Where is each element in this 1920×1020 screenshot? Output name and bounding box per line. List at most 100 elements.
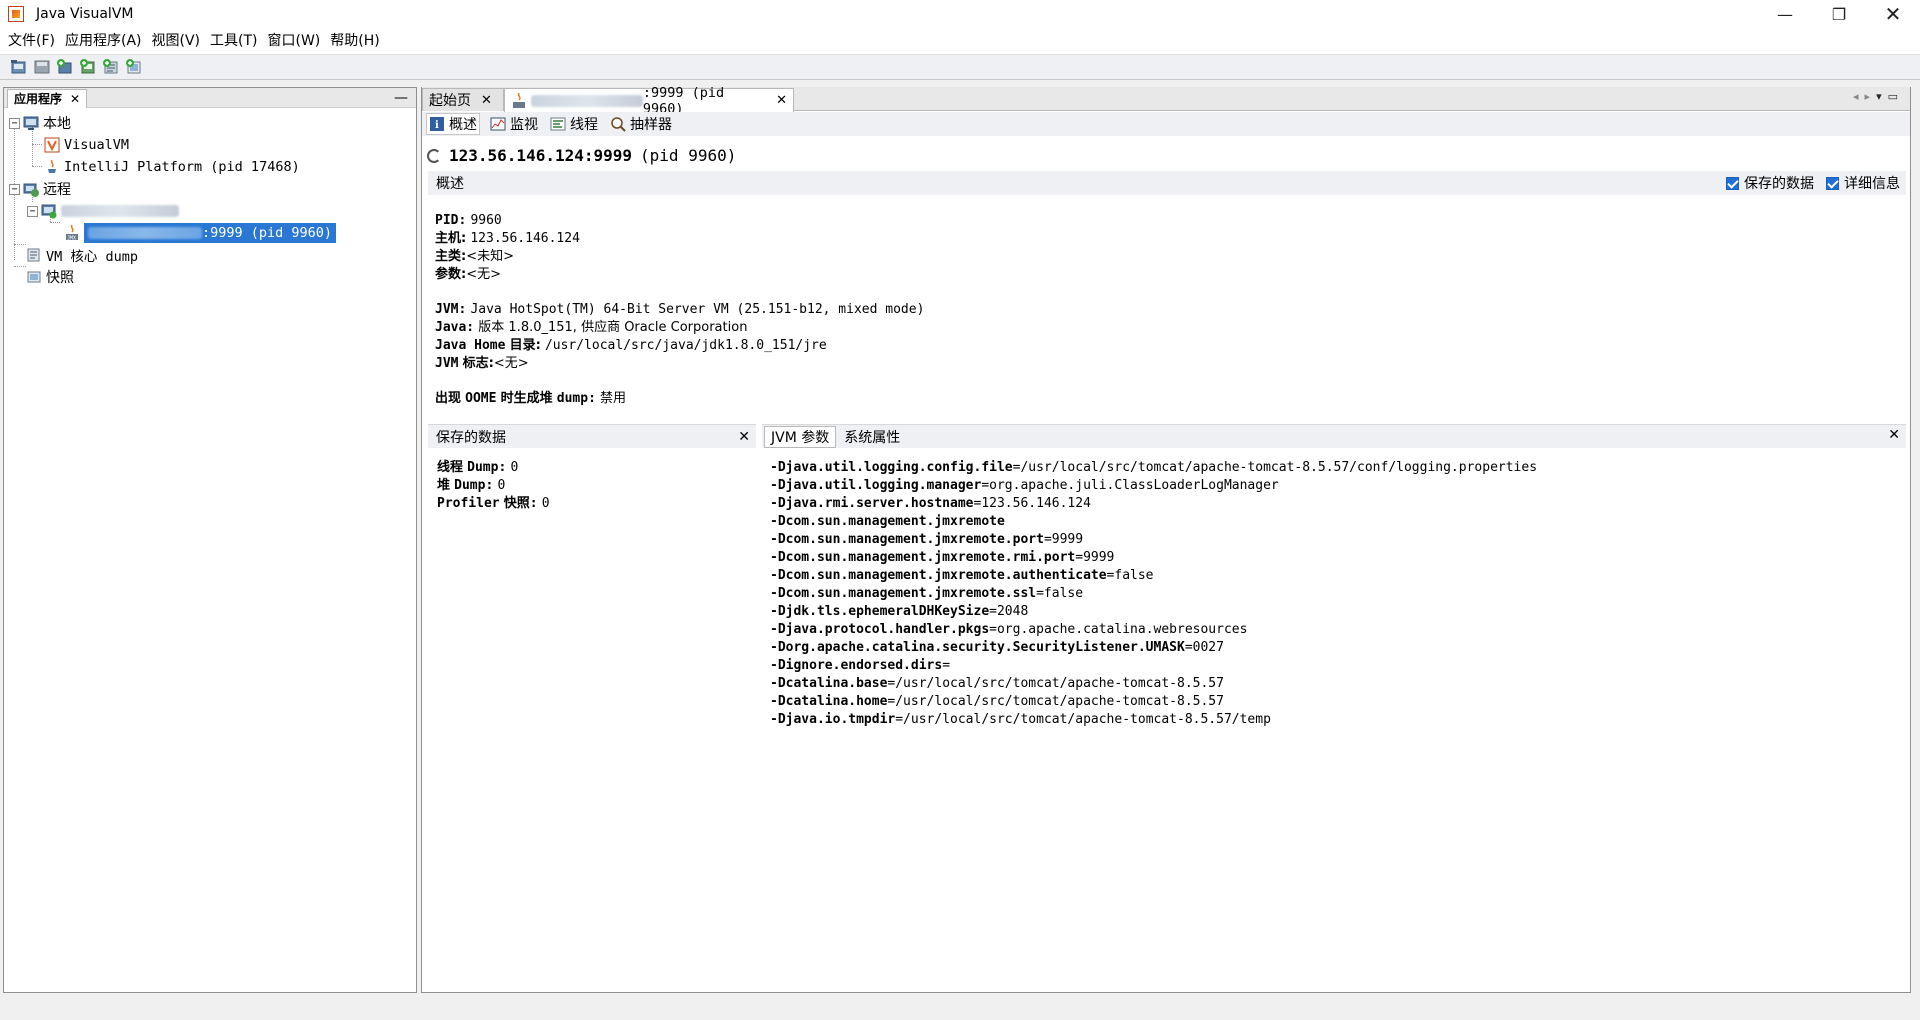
saved-data-close-icon[interactable]: ✕: [738, 429, 750, 445]
tab-close-icon[interactable]: ✕: [776, 93, 787, 108]
info-key: 主机:: [435, 231, 467, 246]
tab-close-icon[interactable]: ✕: [481, 93, 492, 108]
add-core-dump-icon[interactable]: [100, 56, 122, 78]
restore-window-icon[interactable]: ▭: [1888, 90, 1904, 103]
info-key: JVM:: [435, 302, 467, 317]
tree-node-remote[interactable]: − 远程: [9, 178, 71, 200]
saved-data-header: 保存的数据 ✕: [428, 424, 756, 448]
tree-label-visualvm: VisualVM: [64, 137, 130, 153]
overview-section-bar: 概述 保存的数据 详细信息: [428, 171, 1906, 195]
menu-help[interactable]: 帮助(H): [325, 29, 384, 53]
redacted-host-name: [88, 227, 202, 239]
tab-list-icon[interactable]: ▾: [1876, 90, 1888, 103]
saved-row-profiler-snapshot: Profiler 快照: 0: [437, 495, 550, 513]
menu-view[interactable]: 视图(V): [147, 29, 206, 53]
jvm-arg-row: -Djava.protocol.handler.pkgs=org.apache.…: [770, 621, 1537, 639]
snapshots-icon: [26, 269, 42, 285]
jvm-arg-value: =false: [1106, 568, 1154, 583]
add-remote-host-icon[interactable]: [77, 56, 99, 78]
selected-node-highlight: :9999 (pid 9960): [84, 223, 337, 243]
subtab-monitor[interactable]: 监视: [488, 113, 540, 135]
tree-expander[interactable]: −: [9, 117, 20, 129]
menu-file[interactable]: 文件(F): [3, 29, 60, 53]
info-value: 123.56.146.124: [470, 231, 580, 246]
subtab-overview[interactable]: i 概述: [426, 113, 480, 135]
subtab-sampler-label: 抽样器: [630, 117, 672, 133]
info-value: 0: [541, 496, 550, 511]
applications-tab[interactable]: 应用程序 ✕: [7, 89, 88, 108]
jvm-arg-row: -Djava.util.logging.manager=org.apache.j…: [770, 477, 1537, 495]
menu-applications[interactable]: 应用程序(A): [60, 29, 147, 53]
tree-node-vm-core-dump[interactable]: VM 核心 dump: [26, 244, 138, 266]
subtab-threads[interactable]: 线程: [548, 113, 600, 135]
tree-node-jmx-app[interactable]: JMX :9999 (pid 9960): [64, 222, 337, 244]
scroll-right-icon[interactable]: ▸: [1865, 90, 1877, 103]
panel-minimize-button[interactable]: —: [394, 90, 408, 106]
tree-expander[interactable]: −: [9, 183, 20, 195]
add-snapshot-icon[interactable]: [123, 56, 145, 78]
jvm-arg-key: -Djava.protocol.handler.pkgs: [770, 622, 990, 637]
tree-node-local[interactable]: − 本地: [9, 112, 71, 134]
jvm-arg-key: -Djava.util.logging.config.file: [770, 460, 1013, 475]
jvm-arg-row: -Djava.util.logging.config.file=/usr/loc…: [770, 459, 1537, 477]
remote-host-icon: [41, 203, 57, 219]
loading-spinner-icon: [427, 148, 441, 163]
applications-tab-close-icon[interactable]: ✕: [70, 92, 80, 106]
redacted-host-name: [531, 94, 643, 107]
subtab-monitor-label: 监视: [510, 117, 538, 133]
info-key: 主类:: [435, 249, 467, 264]
tab-jmx-app[interactable]: :9999 (pid 9960) ✕: [504, 85, 794, 117]
core-dump-icon: [26, 247, 42, 263]
jvm-arg-row: -Dcom.sun.management.jmxremote.ssl=false: [770, 585, 1537, 603]
tree-node-snapshots[interactable]: 快照: [26, 266, 74, 288]
tab-system-properties[interactable]: 系统属性: [836, 427, 908, 447]
info-key: 时生成堆: [500, 391, 553, 406]
subtab-overview-label: 概述: [449, 117, 477, 133]
menu-window[interactable]: 窗口(W): [263, 29, 326, 53]
saved-data-checkbox[interactable]: 保存的数据: [1726, 173, 1814, 193]
details-checkbox[interactable]: 详细信息: [1826, 173, 1900, 193]
jvm-arg-key: -Dignore.endorsed.dirs: [770, 658, 943, 673]
close-button[interactable]: ✕: [1866, 0, 1920, 28]
jvm-panel-close-icon[interactable]: ✕: [1888, 427, 1900, 443]
saved-row-thread-dump: 线程 Dump: 0: [437, 459, 550, 477]
tab-start-page[interactable]: 起始页 ✕: [422, 88, 504, 111]
save-icon[interactable]: [31, 56, 53, 78]
checkbox-checked-icon: [1826, 176, 1839, 190]
info-value: 版本 1.8.0_151, 供应商 Oracle Corporation: [478, 320, 748, 335]
jmx-app-icon: JMX: [64, 224, 80, 242]
jvm-arg-value: =org.apache.catalina.webresources: [989, 622, 1248, 637]
jvm-arg-value: =123.56.146.124: [973, 496, 1091, 511]
menu-tools[interactable]: 工具(T): [205, 29, 262, 53]
document-tabs: 起始页 ✕ :9999 (pid 9960) ✕ ◂▸▾▭: [422, 85, 1910, 117]
jvm-arg-value: =0027: [1184, 640, 1224, 655]
sampler-icon: [611, 117, 626, 132]
view-subtabs: i 概述 监视 线程 抽样器: [422, 112, 1910, 136]
tab-jvm-args[interactable]: JVM 参数: [764, 425, 837, 448]
info-row-jvm-flags: JVM 标志:<无>: [435, 355, 924, 373]
scroll-left-icon[interactable]: ◂: [1853, 90, 1865, 103]
general-info: PID: 9960 主机: 123.56.146.124 主类:<未知> 参数:…: [435, 212, 580, 284]
info-key: JVM: [435, 356, 459, 371]
jvm-arg-key: -Dcom.sun.management.jmxremote.authentic…: [770, 568, 1107, 583]
info-key: dump:: [556, 391, 596, 406]
info-row-java: Java: 版本 1.8.0_151, 供应商 Oracle Corporati…: [435, 319, 924, 337]
subtab-sampler[interactable]: 抽样器: [608, 113, 674, 135]
tree-node-remote-host[interactable]: −: [27, 200, 179, 222]
info-key: OOME: [465, 391, 497, 406]
add-jmx-icon[interactable]: [54, 56, 76, 78]
open-snapshot-icon[interactable]: [8, 56, 30, 78]
tree-node-visualvm[interactable]: VisualVM: [44, 134, 129, 156]
threads-icon: [550, 117, 566, 131]
application-title: 123.56.146.124:9999 (pid 9960): [427, 146, 736, 165]
minimize-button[interactable]: —: [1758, 0, 1812, 28]
info-key: PID:: [435, 213, 467, 228]
jvm-arg-value: =: [942, 658, 951, 673]
svg-text:i: i: [435, 120, 439, 131]
info-value: 0: [497, 478, 506, 493]
maximize-button[interactable]: ❐: [1812, 0, 1866, 28]
title-bar: Java VisualVM — ❐ ✕: [0, 0, 1920, 28]
tree-node-intellij[interactable]: IntelliJ Platform (pid 17468): [44, 156, 300, 178]
info-row-oome: 出现 OOME 时生成堆 dump: 禁用: [435, 390, 626, 408]
tree-expander[interactable]: −: [27, 205, 38, 217]
